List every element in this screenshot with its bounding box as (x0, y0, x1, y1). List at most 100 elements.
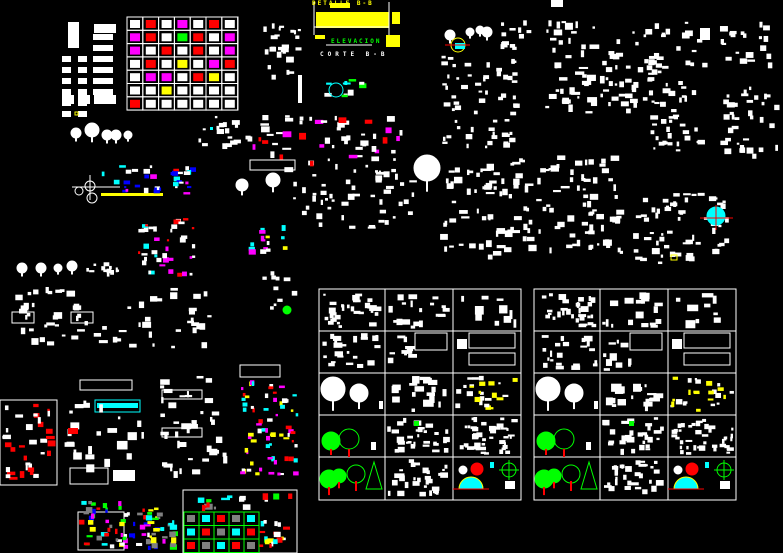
block-symbol (345, 179, 351, 185)
green-marker (282, 305, 292, 315)
vehicle-block (2, 435, 8, 439)
vehicle-block (188, 458, 193, 461)
model-space-drawing[interactable] (0, 0, 783, 553)
plant-symbol (555, 342, 561, 347)
block-symbol (630, 482, 639, 486)
block-symbol (650, 130, 655, 135)
vehicle-block (25, 424, 33, 431)
vehicle-block (27, 291, 32, 296)
color-block (169, 531, 176, 538)
block-symbol (248, 432, 254, 437)
block-symbol (482, 438, 486, 442)
car-block (645, 398, 650, 406)
block-symbol (484, 397, 492, 401)
block-symbol (681, 86, 687, 89)
block-symbol (749, 86, 752, 91)
block-symbol (731, 114, 735, 120)
color-block (114, 528, 118, 535)
plant-symbol (644, 59, 649, 64)
block-symbol (481, 421, 487, 426)
block-symbol (329, 193, 333, 199)
car-block (431, 386, 436, 393)
block-symbol (299, 116, 304, 121)
block-symbol (270, 151, 275, 159)
vehicle-block (29, 439, 37, 445)
tree-trunk (272, 186, 274, 193)
block-symbol (673, 428, 678, 433)
block-symbol (624, 434, 632, 441)
car-block (571, 31, 577, 34)
block-symbol (281, 398, 288, 404)
block-symbol (725, 219, 728, 223)
block-symbol (739, 144, 745, 149)
block-symbol (469, 243, 476, 249)
color-block (115, 538, 119, 542)
color-block (119, 521, 125, 527)
block-symbol (143, 187, 149, 194)
block-symbol (266, 248, 271, 252)
car-side (93, 67, 113, 73)
plant-symbol (645, 28, 653, 35)
block-symbol (283, 437, 290, 440)
plant-symbol (654, 101, 660, 105)
block-symbol (305, 205, 310, 210)
plant-symbol (360, 333, 368, 339)
block-symbol (601, 158, 606, 164)
color-block (104, 532, 110, 537)
block-symbol (649, 479, 652, 484)
block-symbol (123, 180, 131, 185)
block-symbol (488, 381, 495, 386)
vehicle-block (33, 289, 39, 295)
block-symbol (673, 115, 678, 120)
vehicle-block (211, 419, 215, 425)
block-symbol (653, 430, 662, 434)
vehicle-block (215, 436, 223, 444)
car-block (641, 323, 649, 328)
block-symbol (549, 247, 552, 254)
tree-trunk (21, 272, 23, 277)
car-side (93, 89, 113, 95)
color-block (288, 493, 293, 499)
block-symbol (263, 408, 269, 411)
block-symbol (282, 131, 292, 138)
block-symbol (621, 464, 624, 469)
block-symbol (173, 182, 179, 187)
block-symbol (668, 90, 676, 97)
car-block (644, 384, 647, 388)
block-symbol (679, 445, 683, 450)
car-front (78, 111, 87, 117)
block-symbol (496, 423, 504, 428)
car-block (401, 319, 411, 325)
block-symbol (712, 227, 716, 235)
block-symbol (651, 207, 656, 213)
block-symbol (708, 390, 714, 395)
block-symbol (297, 28, 301, 32)
plant-symbol (589, 348, 595, 352)
block-symbol (385, 185, 394, 189)
tree-symbol (110, 129, 122, 141)
block-symbol (717, 243, 722, 247)
car-block (612, 397, 616, 404)
color-block (201, 504, 206, 512)
block-symbol (696, 408, 701, 412)
block-symbol (513, 181, 519, 189)
color-block (171, 537, 177, 544)
color-block (154, 507, 159, 511)
block-symbol (324, 137, 331, 144)
color-block (105, 509, 108, 513)
block-symbol (671, 109, 677, 113)
block-symbol (631, 448, 636, 454)
furniture-block (130, 99, 140, 108)
block-symbol (290, 431, 296, 435)
cad-drawing-canvas[interactable]: DETALLE B-B ELEVACION CORTE B-B (0, 0, 783, 553)
block-symbol (282, 147, 292, 150)
block-symbol (378, 170, 381, 175)
block-symbol (651, 69, 658, 75)
block-symbol (391, 149, 396, 154)
car-block (562, 97, 570, 105)
block-symbol (185, 181, 189, 185)
block-symbol (320, 199, 324, 205)
plant-symbol (367, 360, 375, 366)
tree-trunk (75, 137, 77, 142)
block-symbol (113, 179, 120, 185)
